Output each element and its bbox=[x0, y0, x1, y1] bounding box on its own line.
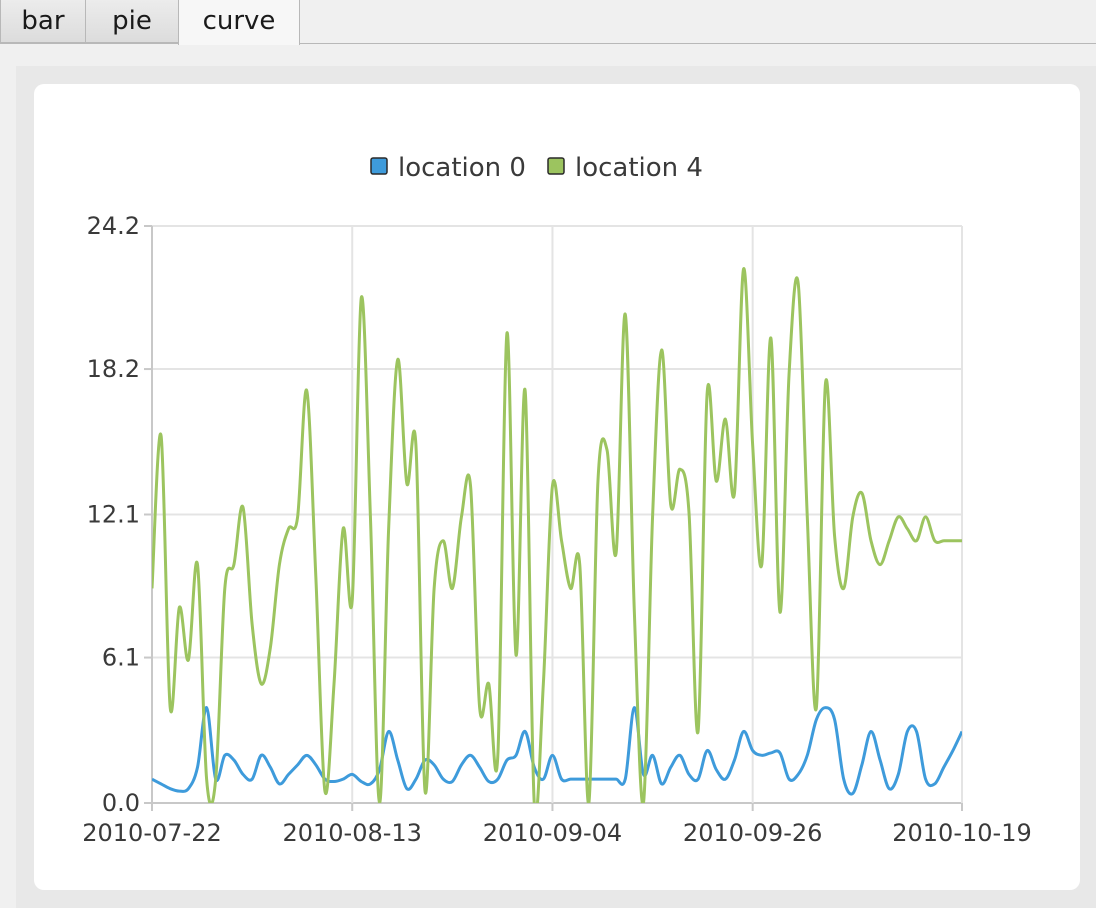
legend-swatch bbox=[547, 157, 565, 175]
x-tick-label: 2010-09-26 bbox=[683, 819, 822, 847]
legend-label: location 0 bbox=[398, 153, 526, 183]
x-axis-ticks: 2010-07-22 2010-08-13 2010-09-04 2010-09-26… bbox=[82, 803, 1032, 847]
y-tick-label: 0.0 bbox=[102, 789, 140, 817]
x-tick-label: 2010-09-04 bbox=[483, 819, 622, 847]
legend-swatch bbox=[370, 157, 388, 175]
series-line-location-0 bbox=[152, 706, 962, 796]
legend: location 0 location 4 bbox=[370, 153, 703, 183]
y-tick-label: 12.1 bbox=[87, 501, 140, 529]
series-lines bbox=[152, 267, 962, 803]
x-tick-label: 2010-08-13 bbox=[282, 819, 421, 847]
line-chart: 0.06.112.118.224.2 2010-07-22 2010-08-13 2… bbox=[82, 153, 1032, 847]
legend-label: location 4 bbox=[575, 153, 703, 183]
x-tick-label: 2010-10-19 bbox=[892, 819, 1031, 847]
x-tick-label: 2010-07-22 bbox=[82, 819, 221, 847]
y-tick-label: 24.2 bbox=[87, 212, 140, 240]
y-tick-label: 6.1 bbox=[102, 644, 140, 672]
y-tick-label: 18.2 bbox=[87, 355, 140, 383]
grid-lines bbox=[151, 225, 963, 804]
series-line-location-4 bbox=[152, 267, 962, 803]
y-axis-ticks: 0.0 6.1 12.1 18.2 24.2 bbox=[87, 212, 152, 817]
